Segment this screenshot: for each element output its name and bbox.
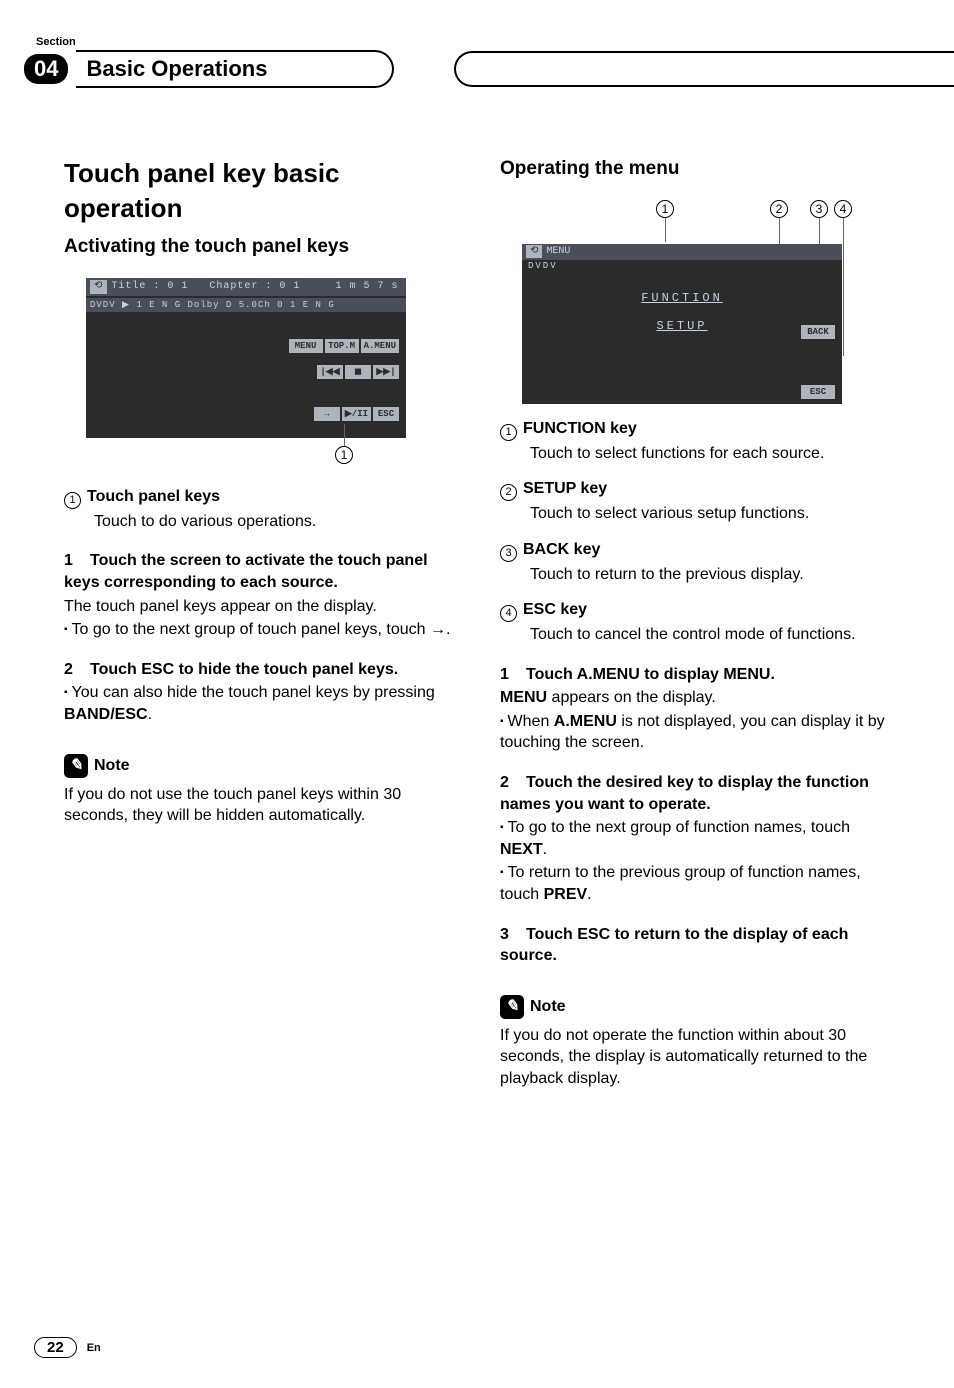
def-touch-panel-keys: 1Touch panel keys Touch to do various op…	[64, 486, 454, 533]
callout-r4: 4	[834, 200, 852, 218]
prev-button[interactable]: |◀◀	[317, 365, 343, 379]
step-3-right: 3Touch ESC to return to the display of e…	[500, 924, 890, 967]
def-setup-key: 2SETUP key Touch to select various setup…	[500, 478, 890, 525]
step-1-right: 1Touch A.MENU to display MENU. MENU appe…	[500, 664, 890, 754]
screen-time: 1 m 5 7 s	[335, 280, 398, 294]
section-label: Section	[36, 36, 954, 48]
esc-key[interactable]: ESC	[801, 385, 835, 399]
topm-button[interactable]: TOP.M	[325, 339, 359, 353]
right-column: Operating the menu 1 2 3 4 ⟲MENU DVDV FU…	[500, 156, 890, 1090]
note-pencil-icon: ✎	[500, 995, 524, 1019]
bullet-square-icon: ▪	[500, 716, 504, 727]
def-function-key: 1FUNCTION key Touch to select functions …	[500, 418, 890, 465]
next-button[interactable]: ▶▶|	[373, 365, 399, 379]
screen-menu: ⟲MENU DVDV FUNCTION SETUP BACK ESC	[522, 244, 842, 404]
step-2-right: 2Touch the desired key to display the fu…	[500, 772, 890, 906]
back-key[interactable]: BACK	[801, 325, 835, 339]
step-1-left: 1Touch the screen to activate the touch …	[64, 550, 454, 640]
bullet-square-icon: ▪	[64, 687, 68, 698]
def-esc-key: 4ESC key Touch to cancel the control mod…	[500, 599, 890, 646]
screen-subbar: DVDV ▶ 1 E N G Dolby D 5.0Ch 0 1 E N G	[86, 298, 406, 312]
step-2-left: 2Touch ESC to hide the touch panel keys.…	[64, 659, 454, 726]
bullet-square-icon: ▪	[500, 867, 504, 878]
callout-1: 1	[335, 446, 353, 464]
amenu-button[interactable]: A.MENU	[361, 339, 399, 353]
chapter-number: 04	[24, 54, 68, 84]
def-back-key: 3BACK key Touch to return to the previou…	[500, 539, 890, 586]
callout-r1: 1	[656, 200, 674, 218]
page-header: Section 04 Basic Operations	[0, 36, 954, 88]
arrow-button[interactable]: →	[314, 407, 340, 421]
screen-activating: ⟲ Title : 0 1 Chapter : 0 1 1 m 5 7 s DV…	[86, 278, 406, 438]
function-key[interactable]: FUNCTION	[522, 290, 842, 306]
screen-chapter: Chapter : 0 1	[209, 280, 300, 294]
right-h3: Operating the menu	[500, 156, 890, 182]
left-h2: Touch panel key basic operation	[64, 156, 454, 226]
esc-button[interactable]: ESC	[373, 407, 399, 421]
callout-r3: 3	[810, 200, 828, 218]
stop-button[interactable]: ◼	[345, 365, 371, 379]
screen-title: Title : 0 1	[111, 280, 188, 294]
note-right: ✎ Note If you do not operate the functio…	[500, 995, 890, 1090]
setup-key[interactable]: SETUP	[522, 318, 842, 334]
menu-button[interactable]: MENU	[289, 339, 323, 353]
cloud-icon: ⟲	[526, 245, 542, 259]
note-left: ✎ Note If you do not use the touch panel…	[64, 754, 454, 827]
bullet-square-icon: ▪	[500, 822, 504, 833]
cloud-icon: ⟲	[90, 280, 107, 294]
callout-r2: 2	[770, 200, 788, 218]
left-h3: Activating the touch panel keys	[64, 234, 454, 260]
left-column: Touch panel key basic operation Activati…	[64, 156, 454, 1090]
header-right-pill	[454, 51, 954, 87]
bullet-square-icon: ▪	[64, 624, 68, 635]
chapter-title: Basic Operations	[76, 50, 394, 88]
note-pencil-icon: ✎	[64, 754, 88, 778]
playpause-button[interactable]: ▶/II	[342, 407, 371, 421]
arrow-right-icon: →	[430, 621, 446, 638]
page-footer: 22 En	[34, 1337, 101, 1358]
page-number: 22	[34, 1337, 77, 1358]
